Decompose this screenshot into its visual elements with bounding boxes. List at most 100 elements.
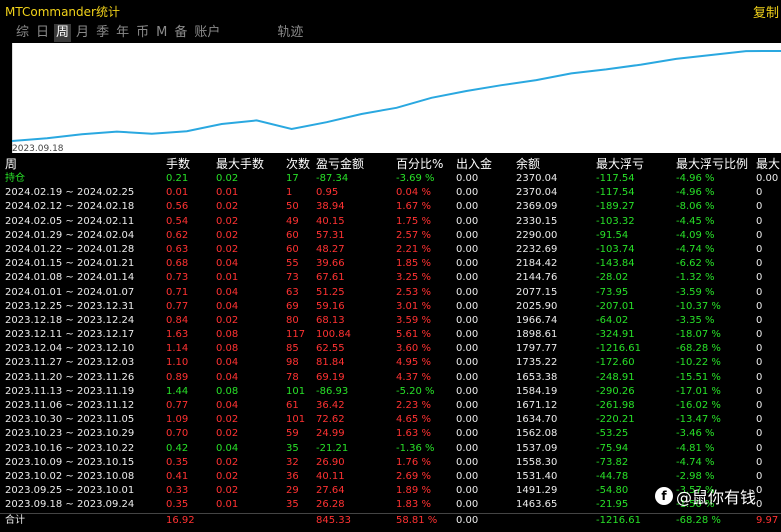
table-cell: 1634.70 xyxy=(516,414,558,426)
table-cell: 2370.04 xyxy=(516,187,558,199)
tab-8[interactable]: 备 xyxy=(172,24,189,42)
table-cell: 0 xyxy=(756,470,763,482)
table-cell: 0.00 xyxy=(456,286,479,298)
table-cell: 0.04 xyxy=(216,258,239,270)
table-row[interactable]: 2023.11.27 ~ 2023.12.03 1.10 0.04 98 81.84 4.… xyxy=(0,356,781,370)
tab-2[interactable]: 周 xyxy=(54,24,72,42)
table-cell: 55 xyxy=(286,258,299,270)
table-cell: 1.67 % xyxy=(396,201,431,213)
table-cell: 0.00 xyxy=(456,229,479,241)
tab-0[interactable]: 综 xyxy=(14,24,31,42)
table-cell: 0.00 xyxy=(456,400,479,411)
table-cell: 1.14 xyxy=(166,343,189,355)
table-cell: -68.28 % xyxy=(676,343,721,355)
table-cell: 0.02 xyxy=(216,314,239,326)
table-row[interactable]: 2023.12.04 ~ 2023.12.10 1.14 0.08 85 62.55 3.… xyxy=(0,342,781,356)
table-row[interactable]: 2023.10.30 ~ 2023.11.05 1.09 0.02 101 72.62 4… xyxy=(0,413,781,427)
table-row[interactable]: 2023.12.18 ~ 2023.12.24 0.84 0.02 80 68.13 3.… xyxy=(0,314,781,328)
table-row[interactable]: 2023.11.06 ~ 2023.11.12 0.77 0.04 61 36.42 2.… xyxy=(0,399,781,413)
table-cell: 0.35 xyxy=(166,456,189,468)
table-cell: 0 xyxy=(756,201,763,213)
table-row[interactable]: 2024.02.05 ~ 2024.02.11 0.54 0.02 49 40.15 1.… xyxy=(0,215,781,229)
table-row[interactable]: 2024.01.15 ~ 2024.01.21 0.68 0.04 55 39.66 1.… xyxy=(0,257,781,271)
table-cell: 0.56 xyxy=(166,201,189,213)
table-cell: 0.00 xyxy=(456,201,479,213)
header-cell[interactable]: 手数 xyxy=(166,157,214,172)
table-cell: 3.01 % xyxy=(396,300,431,312)
header-cell[interactable]: 最大浮亏 xyxy=(596,157,676,172)
table-row[interactable]: 2024.02.19 ~ 2024.02.25 0.01 0.01 1 0.95 0.04… xyxy=(0,186,781,200)
table-cell: 0.00 xyxy=(456,343,479,355)
tab-3[interactable]: 月 xyxy=(74,24,91,42)
header-cell[interactable]: 最大 xyxy=(756,157,781,172)
table-cell: 101 xyxy=(286,385,306,397)
table-row[interactable]: 2024.01.01 ~ 2024.01.07 0.71 0.04 63 51.25 2.… xyxy=(0,286,781,300)
period-tabs: 综日周月季年币 M 备账户 轨迹 xyxy=(14,24,308,42)
facebook-icon: f xyxy=(655,487,673,505)
tab-10[interactable]: 轨迹 xyxy=(275,24,305,42)
table-cell: 2024.01.01 ~ 2024.01.07 xyxy=(5,286,135,298)
header-cell[interactable]: 百分比% xyxy=(396,157,456,172)
table-row[interactable]: 2023.10.16 ~ 2023.10.22 0.42 0.04 35 -21.21 -… xyxy=(0,442,781,456)
table-cell: 2369.09 xyxy=(516,201,558,213)
table-cell: 1898.61 xyxy=(516,329,558,341)
table-cell: 0.77 xyxy=(166,300,189,312)
table-cell: -4.96 % xyxy=(676,187,715,199)
table-cell: 2370.04 xyxy=(516,173,558,184)
table-row[interactable]: 2024.01.22 ~ 2024.01.28 0.63 0.02 60 48.27 2.… xyxy=(0,243,781,257)
table-row[interactable]: 2024.01.08 ~ 2024.01.14 0.73 0.01 73 67.61 3.… xyxy=(0,271,781,285)
table-cell: 0.00 xyxy=(456,187,479,199)
table-row[interactable]: 2023.12.25 ~ 2023.12.31 0.77 0.04 69 59.16 3.… xyxy=(0,300,781,314)
table-cell: 60 xyxy=(286,229,299,241)
header-cell[interactable]: 余额 xyxy=(516,157,596,172)
table-row[interactable]: 2023.10.23 ~ 2023.10.29 0.70 0.02 59 24.99 1.… xyxy=(0,427,781,441)
table-cell: 26.28 xyxy=(316,499,345,511)
table-cell: 0.84 xyxy=(166,314,189,326)
table-cell: 0 xyxy=(756,187,763,199)
table-cell: -18.07 % xyxy=(676,329,721,341)
copy-button[interactable]: 复制 xyxy=(753,2,779,21)
table-cell: 2024.01.22 ~ 2024.01.28 xyxy=(5,243,135,255)
table-cell: 0.04 xyxy=(216,442,239,454)
table-footer-row: 合计 16.92 845.33 58.81 % 0.00 -1216.61 -68.28 %… xyxy=(0,512,781,528)
table-row[interactable]: 2024.01.29 ~ 2024.02.04 0.62 0.02 60 57.31 2.… xyxy=(0,229,781,243)
table-row[interactable]: 2023.11.13 ~ 2023.11.19 1.44 0.08 101 -86.93… xyxy=(0,385,781,399)
table-cell: 0 xyxy=(756,456,763,468)
tab-4[interactable]: 季 xyxy=(94,24,111,42)
header-cell[interactable]: 周 xyxy=(5,157,163,172)
table-cell: 0.00 xyxy=(456,485,479,497)
header-cell[interactable]: 出入金 xyxy=(456,157,516,172)
tab-5[interactable]: 年 xyxy=(114,24,131,42)
table-cell: -4.81 % xyxy=(676,442,715,454)
table-cell: 0.00 xyxy=(456,371,479,383)
header-cell[interactable]: 最大浮亏比例 xyxy=(676,157,756,172)
table-cell: 0.00 xyxy=(456,428,479,440)
table-cell: 2.23 % xyxy=(396,400,431,411)
tab-6[interactable]: 币 xyxy=(134,24,151,42)
table-cell: 2.57 % xyxy=(396,229,431,241)
header-cell[interactable]: 次数 xyxy=(286,157,316,172)
tab-7[interactable]: M xyxy=(154,24,169,42)
table-row[interactable]: 2023.10.09 ~ 2023.10.15 0.35 0.02 32 26.90 1.… xyxy=(0,456,781,470)
table-cell: 0.02 xyxy=(216,428,239,440)
tab-9[interactable]: 账户 xyxy=(192,24,222,42)
tab-1[interactable]: 日 xyxy=(34,24,51,42)
table-cell: 2023.10.30 ~ 2023.11.05 xyxy=(5,414,135,426)
table-cell: 100.84 xyxy=(316,329,351,341)
table-row[interactable]: 持仓 0.21 0.02 17 -87.34 -3.69 % 0.00 2370.04 -117… xyxy=(0,172,781,186)
table-cell: 2023.12.18 ~ 2023.12.24 xyxy=(5,314,135,326)
table-row[interactable]: 2023.12.11 ~ 2023.12.17 1.63 0.08 117 100.84… xyxy=(0,328,781,342)
table-row[interactable]: 2024.02.12 ~ 2024.02.18 0.56 0.02 50 38.94 1.… xyxy=(0,200,781,214)
table-cell: 61 xyxy=(286,400,299,411)
table-cell: 2023.10.16 ~ 2023.10.22 xyxy=(5,442,135,454)
header-cell[interactable]: 盈亏金额 xyxy=(316,157,396,172)
header-cell[interactable]: 最大手数 xyxy=(216,157,284,172)
table-cell: 0.01 xyxy=(216,272,239,284)
table-row[interactable]: 2023.10.02 ~ 2023.10.08 0.41 0.02 36 40.11 2.… xyxy=(0,470,781,484)
table-cell: 2024.02.12 ~ 2024.02.18 xyxy=(5,201,135,213)
table-cell: 0.41 xyxy=(166,470,189,482)
table-row[interactable]: 2023.11.20 ~ 2023.11.26 0.89 0.04 78 69.19 4.… xyxy=(0,371,781,385)
table-cell: 2023.10.09 ~ 2023.10.15 xyxy=(5,456,135,468)
table-cell: -73.82 xyxy=(596,456,629,468)
table-cell: 0 xyxy=(756,499,763,511)
